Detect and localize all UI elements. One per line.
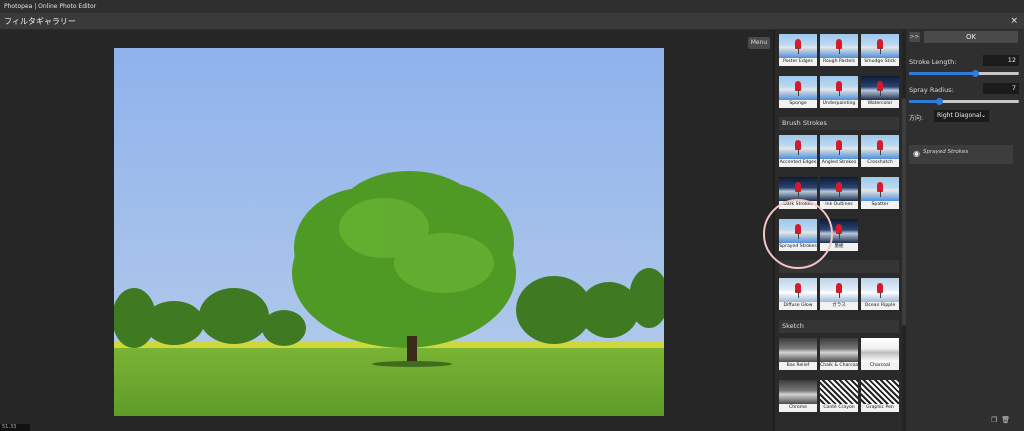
filter-thumbnail xyxy=(861,135,899,159)
filter-watercolor[interactable]: Watercolor xyxy=(861,76,899,110)
spray-radius-input[interactable]: 7 xyxy=(983,83,1019,94)
preview-image xyxy=(114,48,664,416)
selection-highlight-ring xyxy=(763,199,833,269)
filter-label: Poster Edges xyxy=(779,58,817,66)
trash-icon[interactable]: 🗑 xyxy=(1001,416,1010,424)
filter-thumbnail xyxy=(820,34,858,58)
spray-radius-label: Spray Radius: xyxy=(909,86,954,94)
filter-charcoal[interactable]: Charcoal xyxy=(861,338,899,372)
direction-value: Right Diagonal xyxy=(937,112,982,119)
filter-thumbnail xyxy=(779,278,817,302)
filter-label: Smudge Stick xyxy=(861,58,899,66)
filter-thumbnail xyxy=(861,177,899,201)
app-title-bar: Photopea | Online Photo Editor xyxy=(0,0,1024,13)
filter-label: Charcoal xyxy=(861,362,899,370)
stroke-length-label: Stroke Length: xyxy=(909,58,957,66)
filter-angled-strokes[interactable]: Angled Strokes xyxy=(820,135,858,169)
filter-sponge[interactable]: Sponge xyxy=(779,76,817,110)
status-readout: 51.33 xyxy=(0,424,30,431)
close-icon[interactable]: × xyxy=(1010,13,1018,30)
slider-knob[interactable] xyxy=(936,98,944,105)
filter-graphic-pen[interactable]: Graphic Pen xyxy=(861,380,899,414)
effect-layer-actions: ❐ 🗑 xyxy=(991,416,1014,424)
filter-label: Conté Crayon xyxy=(820,404,858,412)
dialog-title-bar: フィルタギャラリー × xyxy=(0,13,1024,30)
tree-photo xyxy=(114,48,664,416)
filter-thumbnail xyxy=(820,338,858,362)
filter-smudge-stick[interactable]: Smudge Stick xyxy=(861,34,899,68)
filter-thumbnail xyxy=(861,278,899,302)
ok-button[interactable]: OK xyxy=(924,31,1018,43)
filter-thumbnail xyxy=(779,338,817,362)
filter-label: Bas Relief xyxy=(779,362,817,370)
filter-chrome[interactable]: Chrome xyxy=(779,380,817,414)
collapse-gallery-button[interactable]: >> xyxy=(909,32,920,42)
category-brush-strokes[interactable]: Brush Strokes xyxy=(779,117,899,130)
filter-rough-pastels[interactable]: Rough Pastels xyxy=(820,34,858,68)
filter-label: Watercolor xyxy=(861,100,899,108)
stroke-length-slider[interactable] xyxy=(909,70,1019,77)
filter-conte-crayon[interactable]: Conté Crayon xyxy=(820,380,858,414)
filter-label: Ocean Ripple xyxy=(861,302,899,310)
filter-label: Crosshatch xyxy=(861,159,899,167)
filter-label: Ink Outlines xyxy=(820,201,858,209)
slider-fill xyxy=(909,100,940,103)
filter-bas-relief[interactable]: Bas Relief xyxy=(779,338,817,372)
filter-label: Graphic Pen xyxy=(861,404,899,412)
stroke-length-input[interactable]: 12 xyxy=(983,55,1019,66)
filter-spatter[interactable]: Spatter xyxy=(861,177,899,211)
filter-label: Chalk & Charcoal xyxy=(820,362,858,370)
filter-label: Sponge xyxy=(779,100,817,108)
filter-thumbnail xyxy=(820,135,858,159)
filter-ink-outlines[interactable]: Ink Outlines xyxy=(820,177,858,211)
filter-label: Chrome xyxy=(779,404,817,412)
filter-thumbnail xyxy=(779,34,817,58)
direction-select[interactable]: Right Diagonal ⌄ xyxy=(934,110,989,122)
filter-thumbnail xyxy=(820,177,858,201)
new-layer-icon[interactable]: ❐ xyxy=(991,416,997,424)
filter-diffuse-glow[interactable]: Diffuse Glow xyxy=(779,278,817,312)
filter-label: Diffuse Glow xyxy=(779,302,817,310)
effect-layer-row[interactable]: ◉ Sprayed Strokes xyxy=(909,145,1013,164)
filter-underpainting[interactable]: Underpainting xyxy=(820,76,858,110)
slider-fill xyxy=(909,72,975,75)
filter-thumbnail xyxy=(861,380,899,404)
filter-label: Angled Strokes xyxy=(820,159,858,167)
chevron-down-icon: ⌄ xyxy=(980,112,986,119)
filter-crosshatch[interactable]: Crosshatch xyxy=(861,135,899,169)
spray-radius-slider[interactable] xyxy=(909,98,1019,105)
filter-glass[interactable]: ガラス xyxy=(820,278,858,312)
eye-icon[interactable]: ◉ xyxy=(913,149,920,158)
filter-accented-edges[interactable]: Accented Edges xyxy=(779,135,817,169)
filter-label: ガラス xyxy=(820,302,858,310)
filter-label: Rough Pastels xyxy=(820,58,858,66)
filter-thumbnail xyxy=(779,177,817,201)
slider-knob[interactable] xyxy=(971,70,979,77)
menu-button[interactable]: Menu xyxy=(748,37,770,49)
filter-poster-edges[interactable]: Poster Edges xyxy=(779,34,817,68)
filter-label: Accented Edges xyxy=(779,159,817,167)
filter-thumbnail xyxy=(861,338,899,362)
filter-thumbnail xyxy=(861,34,899,58)
filter-label: Underpainting xyxy=(820,100,858,108)
direction-label: 方向: xyxy=(909,115,924,122)
effect-layer-name: Sprayed Strokes xyxy=(923,149,969,155)
filter-thumbnail xyxy=(820,278,858,302)
app-title: Photopea | Online Photo Editor xyxy=(4,3,97,10)
filter-thumbnail xyxy=(820,380,858,404)
filter-chalk-charcoal[interactable]: Chalk & Charcoal xyxy=(820,338,858,372)
category-sketch[interactable]: Sketch xyxy=(779,320,899,333)
dialog-title: フィルタギャラリー xyxy=(4,17,76,26)
filter-thumbnail xyxy=(779,135,817,159)
filter-thumbnail xyxy=(779,380,817,404)
filter-label: Spatter xyxy=(861,201,899,209)
filter-thumbnail xyxy=(861,76,899,100)
filter-thumbnail xyxy=(820,76,858,100)
filter-ocean-ripple[interactable]: Ocean Ripple xyxy=(861,278,899,312)
filter-thumbnail xyxy=(779,76,817,100)
filter-controls-panel: >> OK Stroke Length: 12 Spray Radius: 7 … xyxy=(906,30,1024,431)
